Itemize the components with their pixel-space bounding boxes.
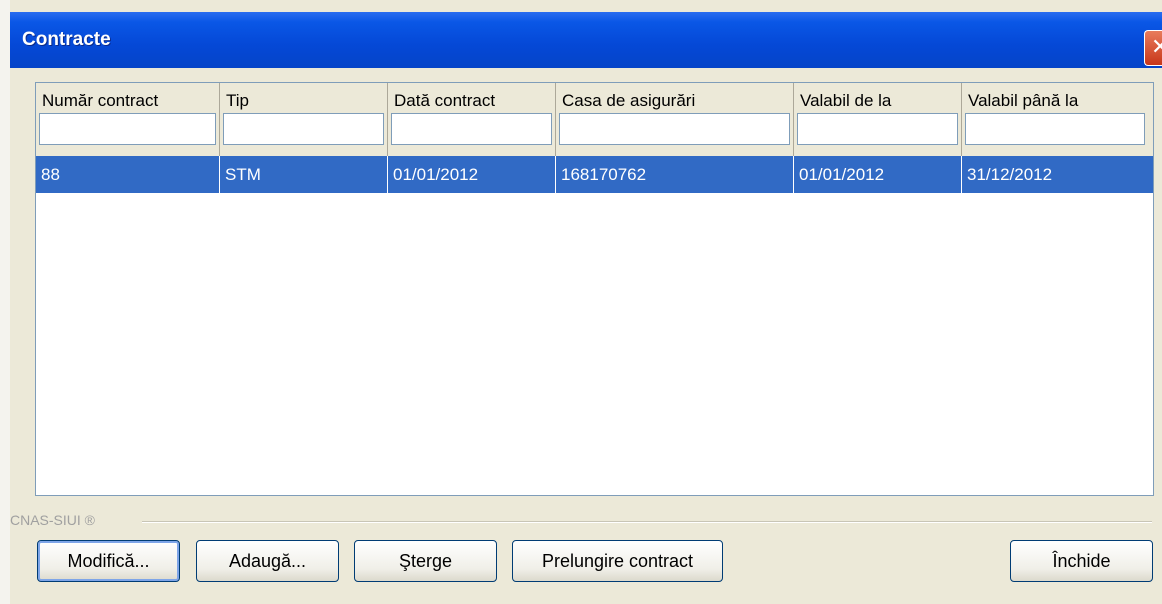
filter-numar-contract-input[interactable] (39, 113, 216, 145)
cell-data-contract[interactable]: 01/01/2012 (388, 156, 556, 193)
modifica-button[interactable]: Modifică... (37, 540, 180, 582)
background-strip (0, 0, 10, 604)
filter-casa-asigurari-input[interactable] (559, 113, 790, 145)
close-button[interactable]: ✕ (1144, 30, 1162, 66)
cell-valabil-pana-la[interactable]: 31/12/2012 (962, 156, 1153, 193)
adauga-button[interactable]: Adaugă... (196, 540, 339, 582)
cell-valabil-de-la[interactable]: 01/01/2012 (794, 156, 962, 193)
column-label: Casa de asigurări (562, 91, 696, 110)
contracts-grid[interactable]: Număr contract Tip Dată contract Casa de… (35, 82, 1154, 496)
cell-numar-contract[interactable]: 88 (36, 156, 220, 193)
filter-tip-input[interactable] (223, 113, 384, 145)
window-title: Contracte (22, 29, 111, 50)
cell-casa-asigurari[interactable]: 168170762 (556, 156, 794, 193)
close-icon: ✕ (1151, 35, 1162, 60)
sterge-button[interactable]: Şterge (354, 540, 497, 582)
filter-valabil-pana-la-input[interactable] (965, 113, 1145, 145)
column-label: Număr contract (42, 91, 159, 110)
column-label: Tip (226, 91, 249, 110)
inchide-button[interactable]: Închide (1010, 540, 1153, 582)
title-bar[interactable]: Contracte ✕ (10, 12, 1162, 68)
cell-tip[interactable]: STM (220, 156, 388, 193)
table-row[interactable]: 88 STM 01/01/2012 168170762 01/01/2012 3… (36, 156, 1153, 193)
column-label: Valabil până la (968, 91, 1079, 110)
filter-valabil-de-la-input[interactable] (797, 113, 958, 145)
contracte-window: Contracte ✕ Număr contract Tip Dată cont… (0, 0, 1162, 604)
column-label: Dată contract (394, 91, 496, 110)
column-label: Valabil de la (800, 91, 892, 110)
filter-data-contract-input[interactable] (391, 113, 552, 145)
footer-divider (142, 521, 1152, 523)
footer-label: CNAS-SIUI ® (10, 512, 95, 528)
prelungire-contract-button[interactable]: Prelungire contract (512, 540, 723, 582)
